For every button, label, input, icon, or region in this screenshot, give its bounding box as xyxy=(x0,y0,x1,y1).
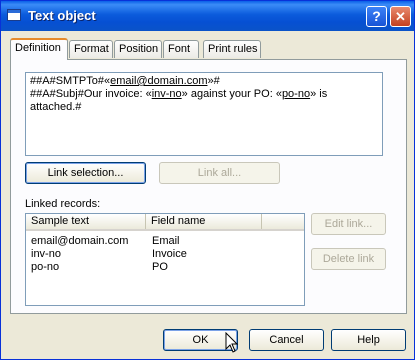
sample-text-cell: inv-no xyxy=(31,248,61,260)
field-name-cell: PO xyxy=(152,261,168,273)
text-segment: »# xyxy=(207,75,220,87)
text-segment: ##A#Subj#Our invoice: « xyxy=(30,88,152,100)
editor-line-1: ##A#SMTPTo#«email@domain.com»# xyxy=(30,75,378,88)
sample-text-cell: email@domain.com xyxy=(31,235,129,247)
text-object-dialog: Text object ? ✕ Definition Format Positi… xyxy=(0,0,415,360)
title-bar[interactable]: Text object ? ✕ xyxy=(1,1,414,31)
window-icon xyxy=(7,9,21,21)
linked-records-list[interactable]: Sample text Field name email@domain.com … xyxy=(25,213,305,306)
tab-font[interactable]: Font xyxy=(163,40,199,58)
column-header-sample-text[interactable]: Sample text xyxy=(26,214,146,229)
help-button[interactable]: Help xyxy=(331,329,406,351)
linked-records-label: Linked records: xyxy=(25,198,101,210)
text-definition-editor[interactable]: ##A#SMTPTo#«email@domain.com»# ##A#Subj#… xyxy=(25,72,383,156)
sample-text-cell: po-no xyxy=(31,261,60,273)
text-segment: » against your PO: « xyxy=(181,88,282,100)
column-header-field-name[interactable]: Field name xyxy=(146,214,262,229)
tab-print-rules[interactable]: Print rules xyxy=(203,40,261,58)
tab-definition[interactable]: Definition xyxy=(10,38,68,60)
link-selection-button[interactable]: Link selection... xyxy=(25,162,146,184)
delete-link-button[interactable]: Delete link xyxy=(311,248,386,270)
mouse-pointer-icon xyxy=(225,332,239,353)
table-row[interactable]: email@domain.com Email xyxy=(26,235,304,248)
field-name-cell: Invoice xyxy=(152,248,187,260)
field-link-inv-no[interactable]: inv-no xyxy=(152,88,182,100)
editor-line-2: ##A#Subj#Our invoice: «inv-no» against y… xyxy=(30,88,378,114)
tab-position[interactable]: Position xyxy=(114,40,162,58)
definition-panel: ##A#SMTPTo#«email@domain.com»# ##A#Subj#… xyxy=(10,59,407,314)
edit-link-button[interactable]: Edit link... xyxy=(311,213,386,235)
table-row[interactable]: po-no PO xyxy=(26,261,304,274)
close-icon[interactable]: ✕ xyxy=(390,6,411,27)
list-header: Sample text Field name xyxy=(26,214,304,231)
link-all-button[interactable]: Link all... xyxy=(159,162,280,184)
tab-format[interactable]: Format xyxy=(69,40,113,58)
window-title: Text object xyxy=(28,8,96,23)
cancel-button[interactable]: Cancel xyxy=(249,329,324,351)
field-link-po-no[interactable]: po-no xyxy=(282,88,310,100)
field-name-cell: Email xyxy=(152,235,180,247)
help-title-button[interactable]: ? xyxy=(366,6,387,27)
table-row[interactable]: inv-no Invoice xyxy=(26,248,304,261)
text-segment: ##A#SMTPTo#« xyxy=(30,75,111,87)
field-link-email[interactable]: email@domain.com xyxy=(110,75,207,87)
